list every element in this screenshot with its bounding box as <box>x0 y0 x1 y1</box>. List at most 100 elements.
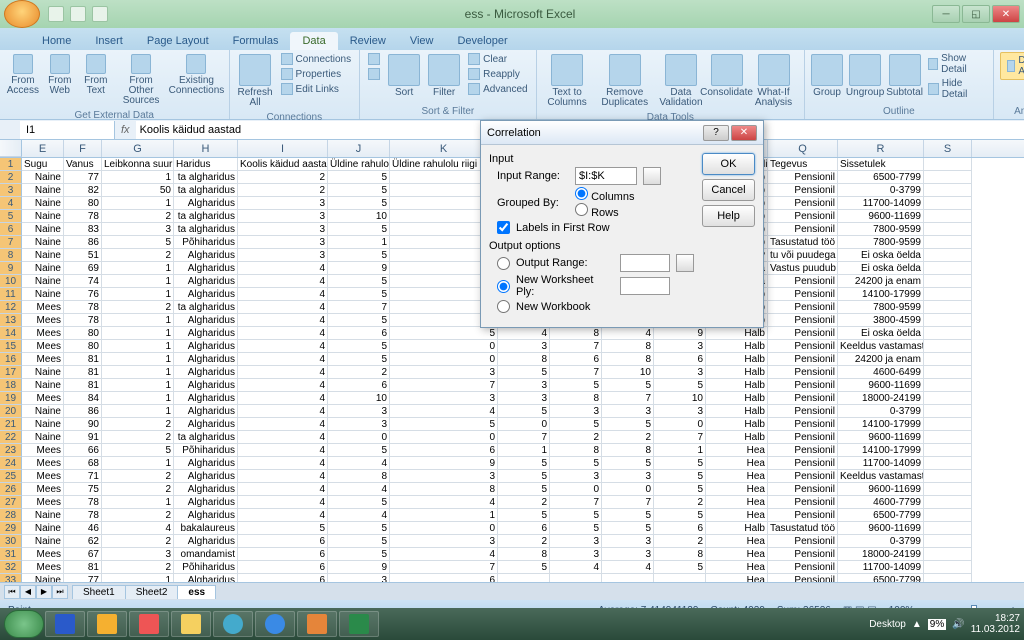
close-button[interactable]: ✕ <box>992 5 1020 23</box>
clock[interactable]: 18:27 11.03.2012 <box>971 613 1020 635</box>
column-header[interactable]: J <box>328 140 390 157</box>
taskbar: Desktop ▲ 9% 🔊 18:27 11.03.2012 <box>0 608 1024 640</box>
remove-duplicates-button[interactable]: Remove Duplicates <box>596 52 654 110</box>
existing-conn-button[interactable]: Existing Connections <box>170 52 222 98</box>
reapply-button[interactable]: Reapply <box>466 67 529 81</box>
select-all-corner[interactable] <box>0 140 22 157</box>
tab-insert[interactable]: Insert <box>83 32 135 50</box>
fx-icon[interactable]: fx <box>115 124 136 136</box>
column-header[interactable]: E <box>22 140 64 157</box>
tab-home[interactable]: Home <box>30 32 83 50</box>
tab-nav-prev[interactable]: ◀ <box>20 585 36 599</box>
data-analysis-button[interactable]: Data Analysis <box>1000 52 1024 80</box>
columns-radio[interactable] <box>575 187 588 200</box>
office-button[interactable] <box>4 0 40 28</box>
input-range-field[interactable] <box>575 167 637 185</box>
tab-formulas[interactable]: Formulas <box>221 32 291 50</box>
tab-nav-last[interactable]: ⏭ <box>52 585 68 599</box>
output-range-radio[interactable] <box>497 257 510 270</box>
connections-button[interactable]: Connections <box>279 52 354 66</box>
new-worksheet-radio[interactable] <box>497 280 510 293</box>
refresh-all-button[interactable]: Refresh All <box>236 52 275 110</box>
hide-detail-button[interactable]: Hide Detail <box>926 77 987 101</box>
desktop-label: Desktop <box>869 619 906 630</box>
tab-review[interactable]: Review <box>338 32 398 50</box>
window-title: ess - Microsoft Excel <box>108 7 932 21</box>
labels-checkbox[interactable] <box>497 221 510 234</box>
edit-links-button[interactable]: Edit Links <box>279 82 354 96</box>
ungroup-button[interactable]: Ungroup <box>847 52 883 100</box>
titlebar: ess - Microsoft Excel ─ ◱ ✕ <box>0 0 1024 28</box>
tab-developer[interactable]: Developer <box>445 32 519 50</box>
sheet-tab-ess[interactable]: ess <box>177 585 216 599</box>
taskbar-chrome[interactable] <box>213 611 253 637</box>
taskbar-word[interactable] <box>45 611 85 637</box>
taskbar-app[interactable] <box>129 611 169 637</box>
dialog-help-button[interactable]: ? <box>703 125 729 141</box>
rows-radio[interactable] <box>575 203 588 216</box>
new-workbook-radio[interactable] <box>497 300 510 313</box>
taskbar-outlook[interactable] <box>87 611 127 637</box>
dialog-close-button[interactable]: ✕ <box>731 125 757 141</box>
taskbar-app2[interactable] <box>297 611 337 637</box>
sheet-tab-sheet2[interactable]: Sheet2 <box>125 585 179 599</box>
network-icon[interactable]: 🔊 <box>952 619 964 630</box>
minimize-button[interactable]: ─ <box>932 5 960 23</box>
text-to-columns-button[interactable]: Text to Columns <box>543 52 592 110</box>
dialog-title: Correlation <box>487 127 703 139</box>
from-other-button[interactable]: From Other Sources <box>116 52 167 108</box>
sheet-tab-sheet1[interactable]: Sheet1 <box>72 585 126 599</box>
sort-az-button[interactable] <box>366 52 382 66</box>
show-detail-button[interactable]: Show Detail <box>926 52 987 76</box>
consolidate-button[interactable]: Consolidate <box>708 52 745 100</box>
taskbar-excel[interactable] <box>339 611 379 637</box>
column-header[interactable]: S <box>924 140 972 157</box>
taskbar-ie[interactable] <box>255 611 295 637</box>
name-box[interactable]: I1 <box>20 121 115 139</box>
column-header[interactable]: F <box>64 140 102 157</box>
from-access-button[interactable]: From Access <box>6 52 40 98</box>
battery-icon: 9% <box>928 619 946 630</box>
properties-button[interactable]: Properties <box>279 67 354 81</box>
filter-button[interactable]: Filter <box>426 52 462 100</box>
range-picker-icon[interactable] <box>676 254 694 272</box>
system-tray[interactable]: Desktop ▲ 9% 🔊 18:27 11.03.2012 <box>869 613 1020 635</box>
grouped-by-label: Grouped By: <box>497 197 569 209</box>
data-validation-button[interactable]: Data Validation <box>658 52 704 110</box>
ribbon-group-analysis: Data Analysis Analysis <box>994 50 1024 119</box>
from-text-button[interactable]: From Text <box>80 52 112 98</box>
output-range-field[interactable] <box>620 254 670 272</box>
ok-button[interactable]: OK <box>702 153 755 175</box>
qat-undo-icon[interactable] <box>70 6 86 22</box>
column-header[interactable]: R <box>838 140 924 157</box>
correlation-dialog: Correlation ? ✕ Input Input Range: Group… <box>480 120 764 328</box>
tab-nav-next[interactable]: ▶ <box>36 585 52 599</box>
cancel-button[interactable]: Cancel <box>702 179 755 201</box>
whatif-button[interactable]: What-If Analysis <box>749 52 798 110</box>
tab-page-layout[interactable]: Page Layout <box>135 32 221 50</box>
new-worksheet-field[interactable] <box>620 277 670 295</box>
help-button[interactable]: Help <box>702 205 755 227</box>
from-web-button[interactable]: From Web <box>44 52 76 98</box>
clear-button[interactable]: Clear <box>466 52 529 66</box>
group-button[interactable]: Group <box>811 52 843 100</box>
subtotal-button[interactable]: Subtotal <box>887 52 922 100</box>
column-header[interactable]: G <box>102 140 174 157</box>
tab-nav-first[interactable]: ⏮ <box>4 585 20 599</box>
sort-za-button[interactable] <box>366 67 382 81</box>
column-header[interactable]: H <box>174 140 238 157</box>
dialog-titlebar[interactable]: Correlation ? ✕ <box>481 121 763 145</box>
start-button[interactable] <box>4 610 44 638</box>
restore-button[interactable]: ◱ <box>962 5 990 23</box>
qat-save-icon[interactable] <box>48 6 64 22</box>
tab-data[interactable]: Data <box>290 32 337 50</box>
tab-view[interactable]: View <box>398 32 446 50</box>
range-picker-icon[interactable] <box>643 167 661 185</box>
sort-button[interactable]: Sort <box>386 52 422 100</box>
input-range-label: Input Range: <box>497 170 569 182</box>
advanced-button[interactable]: Advanced <box>466 82 529 96</box>
column-header[interactable]: I <box>238 140 328 157</box>
taskbar-explorer[interactable] <box>171 611 211 637</box>
column-header[interactable]: Q <box>768 140 838 157</box>
qat-redo-icon[interactable] <box>92 6 108 22</box>
